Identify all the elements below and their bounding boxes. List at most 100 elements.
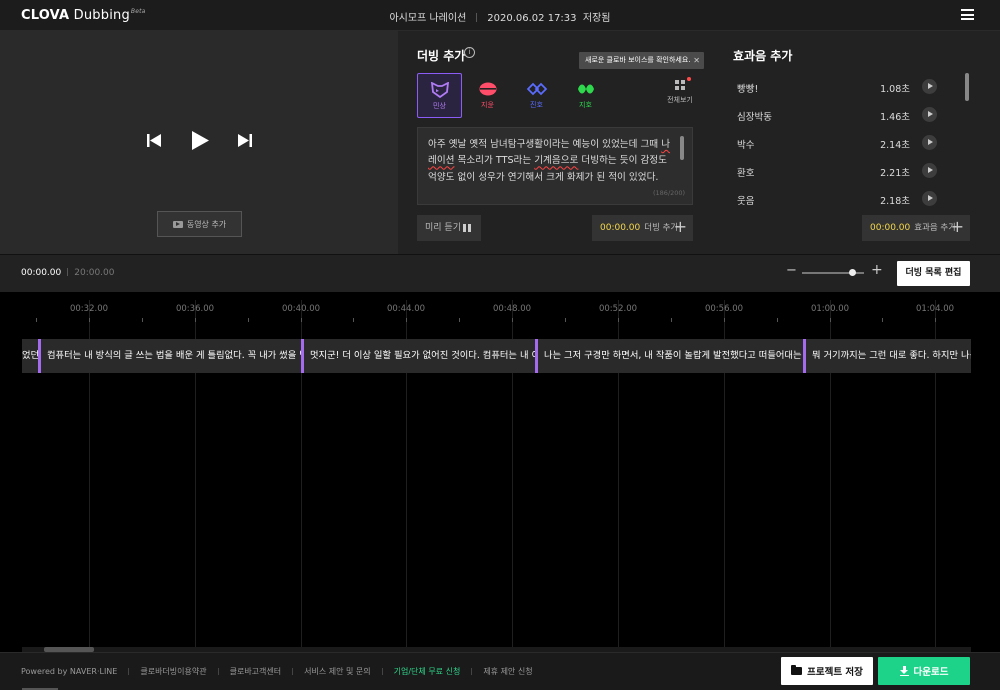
download-icon <box>899 666 909 676</box>
tick-mark <box>618 318 619 322</box>
zoom-out-icon[interactable]: − <box>786 263 797 278</box>
all-voices-label: 전체보기 <box>667 96 693 104</box>
effect-item[interactable]: 웃음 2.18초 <box>737 191 937 213</box>
footer-link-support[interactable]: 클로바고객센터 <box>230 667 282 676</box>
script-textarea[interactable]: 아주 옛날 옛적 남녀탐구생활이라는 예능이 있었는데 그때 나레이션 목소리가… <box>417 127 693 205</box>
voice-option-jiho[interactable]: 지호 <box>563 73 608 118</box>
effects-scrollbar[interactable] <box>965 73 969 101</box>
effect-duration: 1.08초 <box>880 84 910 95</box>
dubbing-panel: 더빙 추가 i 새로운 클로바 보이스를 확인하세요. ✕ 민상 지윤 진호 지… <box>398 31 715 254</box>
voice-option-jiyun[interactable]: 지윤 <box>465 73 510 118</box>
new-voice-tooltip: 새로운 클로바 보이스를 확인하세요. ✕ <box>579 52 704 69</box>
tick-mark <box>830 318 831 322</box>
tick-label: 00:32.00 <box>69 304 109 314</box>
add-dubbing-button[interactable]: 00:00.00 더빙 추가 + <box>592 215 693 241</box>
folder-icon <box>791 665 803 675</box>
footer-link-suggest[interactable]: 서비스 제안 및 문의 <box>304 667 371 676</box>
tick-mark <box>882 318 883 322</box>
footer-link-terms[interactable]: 클로바더빙이용약관 <box>140 667 206 676</box>
footer-link-enterprise[interactable]: 기업/단체 무료 신청 <box>394 667 461 676</box>
skip-next-icon[interactable] <box>238 134 252 147</box>
dubbing-clip[interactable]: 뭐 거기까지는 그런 대로 좋다. 하지만 나는 권위 <box>806 339 971 373</box>
dubbing-clip[interactable]: 었던 <box>22 339 38 373</box>
tick-mark <box>301 318 302 322</box>
effect-item[interactable]: 박수 2.14초 <box>737 135 937 157</box>
tick-label: 00:40.00 <box>281 304 321 314</box>
script-text-spellcheck: 기계음으로 <box>534 155 579 167</box>
char-count: (186/200) <box>653 189 686 197</box>
project-info: 아시모프 나레이션 2020.06.02 17:33 저장됨 <box>0 9 1000 24</box>
effect-play-icon[interactable] <box>922 163 937 178</box>
tick-mark <box>142 318 143 322</box>
effect-insert-time: 00:00.00 <box>870 223 911 233</box>
zoom-in-icon[interactable]: + <box>871 262 883 278</box>
effect-play-icon[interactable] <box>922 191 937 206</box>
pause-icon <box>463 224 471 232</box>
powered-by: Powered by NAVER·LINE <box>21 667 118 676</box>
effect-name: 빵빵! <box>737 84 759 95</box>
dubbing-clip[interactable]: 멋지군! 더 이상 일할 필요가 없어진 것이다. 컴퓨터는 내 이름으로 <box>304 339 535 373</box>
footer: Powered by NAVER·LINE 클로바더빙이용약관 클로바고객센터 서비스… <box>0 652 1000 690</box>
tick-mark <box>248 318 249 322</box>
dubbing-title: 더빙 추가 <box>417 49 466 63</box>
video-icon <box>172 220 183 228</box>
footer-links: Powered by NAVER·LINE 클로바더빙이용약관 클로바고객센터 서비스… <box>21 666 533 677</box>
voice-label: 민상 <box>433 102 446 110</box>
effect-item[interactable]: 심장박동 1.46초 <box>737 107 937 129</box>
voice-option-jinho[interactable]: 진호 <box>514 73 559 118</box>
dubbing-track: 었던 컴퓨터는 내 방식의 글 쓰는 법을 배운 게 틀림없다. 꼭 내가 썼을… <box>22 339 971 373</box>
tick-mark <box>36 318 37 322</box>
add-effect-button[interactable]: 00:00.00 효과음 추가 + <box>862 215 970 241</box>
plus-icon: + <box>673 217 687 236</box>
script-scrollbar[interactable] <box>680 136 684 160</box>
dubbing-insert-time: 00:00.00 <box>600 223 641 233</box>
voice-option-minsang[interactable]: 민상 <box>417 73 462 118</box>
effect-duration: 2.14초 <box>880 140 910 151</box>
tick-label: 01:04.00 <box>915 304 955 314</box>
skip-previous-icon[interactable] <box>147 134 161 147</box>
info-icon[interactable]: i <box>464 47 475 58</box>
tick-mark <box>777 318 778 322</box>
zoom-slider[interactable] <box>802 269 864 276</box>
tick-mark <box>195 318 196 322</box>
tick-mark <box>724 318 725 322</box>
play-icon[interactable] <box>192 131 209 150</box>
tick-label: 00:56.00 <box>704 304 744 314</box>
tick-mark <box>459 318 460 322</box>
tick-label: 01:00.00 <box>810 304 850 314</box>
add-video-button[interactable]: 동영상 추가 <box>157 211 242 237</box>
header-divider <box>476 13 478 22</box>
edit-dubbing-list-button[interactable]: 더빙 목록 편집 <box>897 261 970 286</box>
save-project-label: 프로젝트 저장 <box>807 667 863 678</box>
dubbing-clip[interactable]: 나는 그저 구경만 하면서, 내 작품이 놀랍게 발전했다고 떠들어대는 비평가… <box>538 339 803 373</box>
footer-link-partnership[interactable]: 제휴 제안 신청 <box>483 667 532 676</box>
tick-label: 00:36.00 <box>175 304 215 314</box>
lips-icon <box>479 82 496 96</box>
project-name[interactable]: 아시모프 나레이션 <box>389 13 466 24</box>
zoom-slider-handle[interactable] <box>849 269 856 276</box>
current-time: 00:00.00 <box>21 268 62 278</box>
save-project-button[interactable]: 프로젝트 저장 <box>781 657 873 685</box>
hamburger-menu-icon[interactable] <box>961 9 974 20</box>
effect-play-icon[interactable] <box>922 135 937 150</box>
download-button[interactable]: 다운로드 <box>878 657 970 685</box>
green-wave-icon <box>577 84 594 94</box>
effect-play-icon[interactable] <box>922 79 937 94</box>
effect-name: 환호 <box>737 168 755 179</box>
tick-mark <box>512 318 513 322</box>
diamond-chain-icon <box>526 82 547 96</box>
tick-mark <box>406 318 407 322</box>
preview-button[interactable]: 미리 듣기 <box>417 215 481 241</box>
dubbing-clip[interactable]: 컴퓨터는 내 방식의 글 쓰는 법을 배운 게 틀림없다. 꼭 내가 썼을 법한… <box>41 339 301 373</box>
effect-play-icon[interactable] <box>922 107 937 122</box>
timeline-area[interactable]: 00:32.00 00:36.00 00:40.00 00:44.00 00:48.00… <box>0 292 1000 652</box>
effect-item[interactable]: 환호 2.21초 <box>737 163 937 185</box>
tick-mark <box>89 318 90 322</box>
effects-title: 효과음 추가 <box>733 49 793 63</box>
tick-label: 00:44.00 <box>386 304 426 314</box>
effect-item[interactable]: 빵빵! 1.08초 <box>737 79 937 101</box>
video-preview-panel: 동영상 추가 <box>0 31 398 254</box>
tooltip-close-icon[interactable]: ✕ <box>693 52 700 69</box>
tick-mark <box>935 318 936 322</box>
all-voices-button[interactable]: 전체보기 <box>660 80 700 105</box>
